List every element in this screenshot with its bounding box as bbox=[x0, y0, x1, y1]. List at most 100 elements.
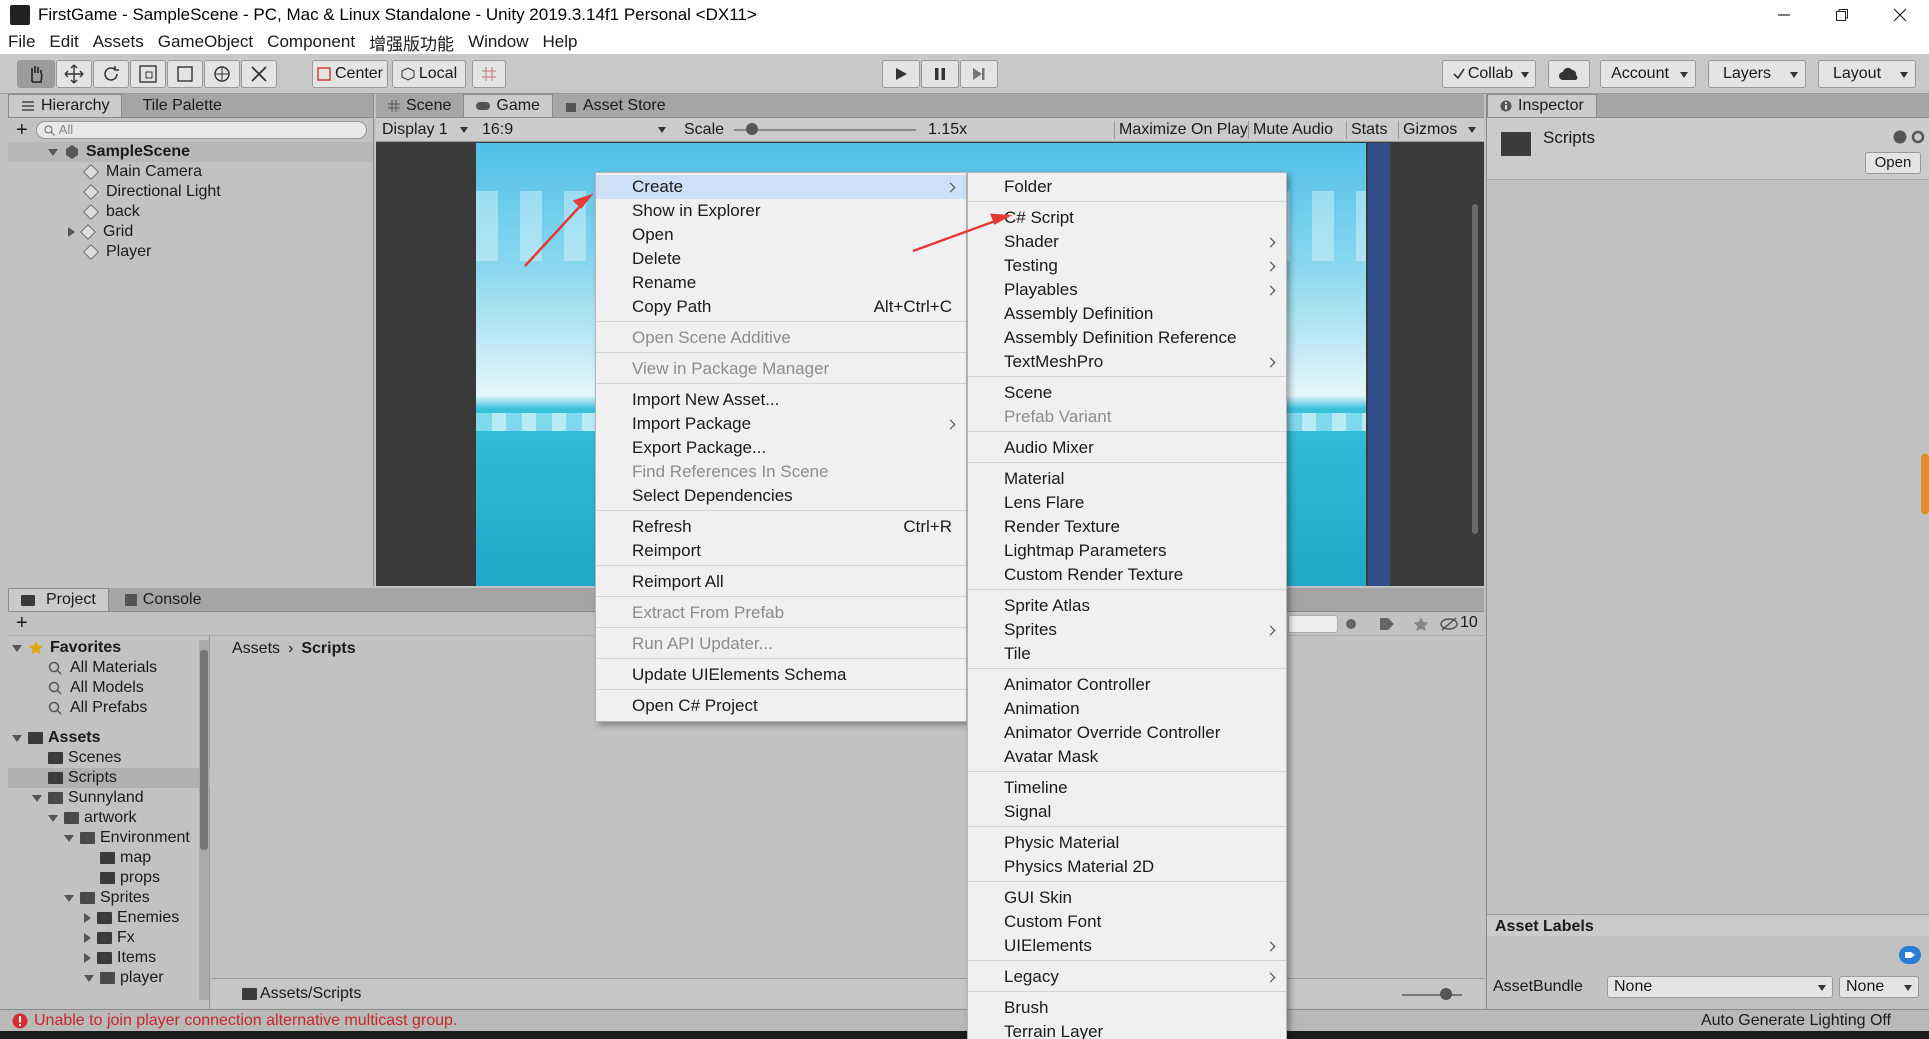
create-playables[interactable]: Playables bbox=[968, 278, 1286, 302]
game-scrollbar[interactable] bbox=[1472, 204, 1478, 534]
create-textmeshpro[interactable]: TextMeshPro bbox=[968, 350, 1286, 374]
assetbundle-variant-dropdown[interactable]: None bbox=[1839, 976, 1919, 998]
assets-root-row[interactable]: Assets bbox=[12, 728, 100, 748]
scale-slider-track[interactable] bbox=[734, 129, 916, 131]
folder-row[interactable]: player bbox=[84, 968, 164, 988]
gizmos-dropdown-icon[interactable] bbox=[1468, 127, 1476, 133]
create-uielements[interactable]: UIElements bbox=[968, 934, 1286, 958]
gizmos-toggle[interactable]: Gizmos bbox=[1398, 121, 1461, 139]
create-physics-material-2d[interactable]: Physics Material 2D bbox=[968, 855, 1286, 879]
create-folder[interactable]: Folder bbox=[968, 175, 1286, 199]
tab-hierarchy[interactable]: Hierarchy bbox=[8, 94, 123, 117]
layout-dropdown[interactable]: Layout bbox=[1818, 60, 1916, 88]
create-plus-icon[interactable]: + bbox=[16, 612, 28, 635]
account-dropdown[interactable]: Account bbox=[1600, 60, 1696, 88]
tab-console[interactable]: Console bbox=[109, 588, 214, 611]
menu-item-reimport-all[interactable]: Reimport All bbox=[596, 570, 966, 594]
transform-tool-button[interactable] bbox=[204, 60, 240, 88]
menu-item-import-new-asset[interactable]: Import New Asset... bbox=[596, 388, 966, 412]
menu-component[interactable]: Component bbox=[267, 32, 355, 52]
scale-slider-thumb[interactable] bbox=[746, 123, 759, 135]
breadcrumb-scripts[interactable]: Scripts bbox=[301, 640, 355, 658]
hierarchy-item[interactable]: Main Camera bbox=[83, 162, 202, 182]
tab-inspector[interactable]: Inspector bbox=[1487, 94, 1597, 117]
menu-edit[interactable]: Edit bbox=[49, 32, 78, 52]
error-message[interactable]: Unable to join player connection alterna… bbox=[34, 1012, 457, 1030]
menu-assets[interactable]: Assets bbox=[93, 32, 144, 52]
create-physic-material[interactable]: Physic Material bbox=[968, 831, 1286, 855]
play-button[interactable] bbox=[882, 60, 920, 88]
create-assembly-definition-reference[interactable]: Assembly Definition Reference bbox=[968, 326, 1286, 350]
folder-row[interactable]: Sunnyland bbox=[32, 788, 144, 808]
folder-row[interactable]: props bbox=[100, 868, 160, 888]
layers-dropdown[interactable]: Layers bbox=[1708, 60, 1806, 88]
create-shader[interactable]: Shader bbox=[968, 230, 1286, 254]
pivot-center-button[interactable]: Center bbox=[312, 60, 388, 88]
folder-row[interactable]: artwork bbox=[48, 808, 136, 828]
create-material[interactable]: Material bbox=[968, 467, 1286, 491]
maximize-on-play-toggle[interactable]: Maximize On Play bbox=[1114, 121, 1252, 139]
aspect-dropdown[interactable]: 16:9 bbox=[476, 119, 672, 141]
favorite-item[interactable]: All Prefabs bbox=[48, 698, 147, 718]
breadcrumb-assets[interactable]: Assets bbox=[232, 640, 280, 658]
assetbundle-dropdown[interactable]: None bbox=[1607, 976, 1833, 998]
create-tile[interactable]: Tile bbox=[968, 642, 1286, 666]
favorite-item[interactable]: All Models bbox=[48, 678, 144, 698]
tab-scene[interactable]: Scene bbox=[376, 94, 463, 117]
icon-size-slider[interactable] bbox=[1402, 994, 1462, 996]
minimize-button[interactable] bbox=[1755, 0, 1813, 30]
menu-item-refresh[interactable]: Refresh Ctrl+R bbox=[596, 515, 966, 539]
favorite-item[interactable]: All Materials bbox=[48, 658, 157, 678]
folder-row[interactable]: map bbox=[100, 848, 151, 868]
scene-root-row[interactable]: SampleScene bbox=[8, 142, 373, 162]
open-button[interactable]: Open bbox=[1865, 152, 1921, 174]
custom-tool-button[interactable] bbox=[241, 60, 277, 88]
move-tool-button[interactable] bbox=[56, 60, 92, 88]
create-avatar-mask[interactable]: Avatar Mask bbox=[968, 745, 1286, 769]
create-render-texture[interactable]: Render Texture bbox=[968, 515, 1286, 539]
inspector-scrollbar[interactable] bbox=[1921, 454, 1929, 514]
menu-item-update-uielements-schema[interactable]: Update UIElements Schema bbox=[596, 663, 966, 687]
create-sprites[interactable]: Sprites bbox=[968, 618, 1286, 642]
hand-tool-button[interactable] bbox=[17, 60, 55, 88]
step-button[interactable] bbox=[960, 60, 998, 88]
menu-item-reimport[interactable]: Reimport bbox=[596, 539, 966, 563]
pause-button[interactable] bbox=[921, 60, 959, 88]
icon-size-thumb[interactable] bbox=[1440, 988, 1452, 1000]
project-search-input[interactable] bbox=[1288, 615, 1338, 633]
create-custom-render-texture[interactable]: Custom Render Texture bbox=[968, 563, 1286, 587]
rect-tool-button[interactable] bbox=[167, 60, 203, 88]
hierarchy-item[interactable]: back bbox=[83, 202, 140, 222]
create-lightmap-parameters[interactable]: Lightmap Parameters bbox=[968, 539, 1286, 563]
create-audio-mixer[interactable]: Audio Mixer bbox=[968, 436, 1286, 460]
menu-window[interactable]: Window bbox=[468, 32, 528, 52]
pivot-local-button[interactable]: Local bbox=[392, 60, 466, 88]
create-lens-flare[interactable]: Lens Flare bbox=[968, 491, 1286, 515]
create-animation[interactable]: Animation bbox=[968, 697, 1286, 721]
menu-item-rename[interactable]: Rename bbox=[596, 271, 966, 295]
create-animator-override-controller[interactable]: Animator Override Controller bbox=[968, 721, 1286, 745]
create-legacy[interactable]: Legacy bbox=[968, 965, 1286, 989]
menu-item-delete[interactable]: Delete bbox=[596, 247, 966, 271]
menu-item-copy-path[interactable]: Copy Path Alt+Ctrl+C bbox=[596, 295, 966, 319]
menu-item-select-dependencies[interactable]: Select Dependencies bbox=[596, 484, 966, 508]
rotate-tool-button[interactable] bbox=[93, 60, 129, 88]
hierarchy-item[interactable]: Grid bbox=[68, 222, 133, 242]
menu-item-open[interactable]: Open bbox=[596, 223, 966, 247]
scale-tool-button[interactable] bbox=[130, 60, 166, 88]
create-animator-controller[interactable]: Animator Controller bbox=[968, 673, 1286, 697]
tab-asset-store[interactable]: Asset Store bbox=[553, 94, 678, 117]
create-signal[interactable]: Signal bbox=[968, 800, 1286, 824]
folder-row[interactable]: Scenes bbox=[48, 748, 121, 768]
create-gui-skin[interactable]: GUI Skin bbox=[968, 886, 1286, 910]
favorites-row[interactable]: Favorites bbox=[12, 638, 121, 658]
mute-audio-toggle[interactable]: Mute Audio bbox=[1248, 121, 1337, 139]
create-sprite-atlas[interactable]: Sprite Atlas bbox=[968, 594, 1286, 618]
create-custom-font[interactable]: Custom Font bbox=[968, 910, 1286, 934]
hierarchy-search-input[interactable]: All bbox=[35, 121, 367, 139]
menu-item-show-in-explorer[interactable]: Show in Explorer bbox=[596, 199, 966, 223]
menu-enhanced[interactable]: 增强版功能 bbox=[369, 30, 454, 55]
hierarchy-item[interactable]: Player bbox=[83, 242, 151, 262]
hierarchy-item[interactable]: Directional Light bbox=[83, 182, 221, 202]
folder-row[interactable]: Sprites bbox=[64, 888, 150, 908]
